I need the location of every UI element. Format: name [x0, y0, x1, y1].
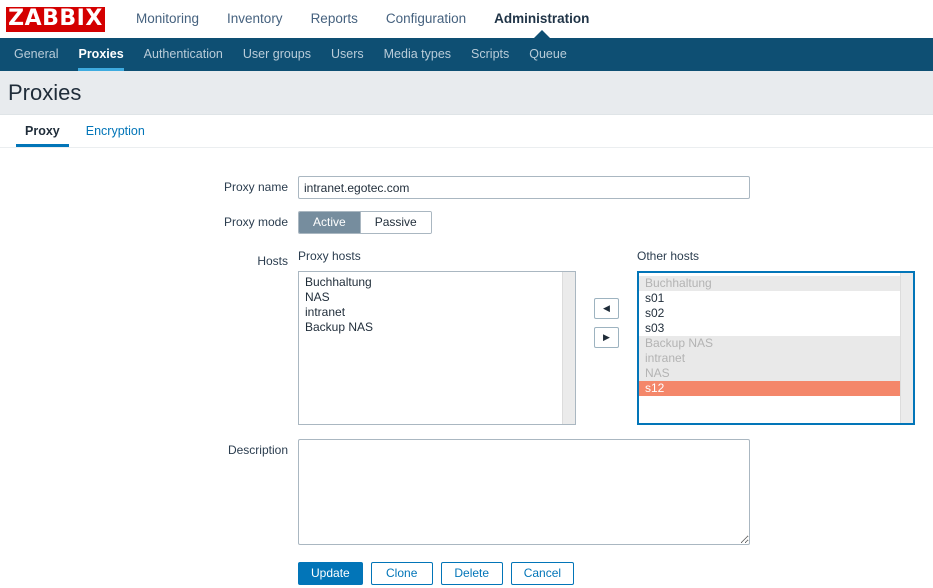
list-item[interactable]: intranet — [299, 305, 575, 320]
other-hosts-scrollbar[interactable] — [900, 273, 913, 423]
topnav-item-administration[interactable]: Administration — [480, 0, 603, 38]
hosts-label: Hosts — [0, 250, 298, 272]
subnav-label-media-types: Media types — [384, 47, 451, 61]
hosts-field-wrap: Proxy hosts Buchhaltung NAS intranet Bac… — [298, 250, 933, 425]
cancel-button[interactable]: Cancel — [511, 562, 574, 585]
row-hosts: Hosts Proxy hosts Buchhaltung NAS intran… — [0, 250, 933, 425]
topnav-label-administration: Administration — [494, 11, 589, 26]
proxy-hosts-scrollbar[interactable] — [562, 272, 575, 424]
topnav-item-configuration[interactable]: Configuration — [372, 0, 480, 38]
proxy-hosts-listbox[interactable]: Buchhaltung NAS intranet Backup NAS — [298, 271, 576, 425]
subnav-item-queue[interactable]: Queue — [519, 38, 577, 71]
other-hosts-listbox[interactable]: Buchhaltung s01 s02 s03 Backup NAS intra… — [637, 271, 915, 425]
tab-encryption-label: Encryption — [86, 124, 145, 138]
proxy-hosts-column: Proxy hosts Buchhaltung NAS intranet Bac… — [298, 250, 576, 425]
subnav-label-scripts: Scripts — [471, 47, 509, 61]
delete-button[interactable]: Delete — [441, 562, 503, 585]
description-label: Description — [0, 439, 298, 461]
list-item[interactable]: NAS — [639, 366, 913, 381]
arrow-left-icon[interactable]: ◀ — [594, 298, 619, 319]
update-button[interactable]: Update — [298, 562, 363, 585]
row-proxy-name: Proxy name — [0, 176, 933, 199]
topnav-label-monitoring: Monitoring — [136, 11, 199, 26]
footer-button-group: Update Clone Delete Cancel — [298, 562, 933, 585]
topnav-item-inventory[interactable]: Inventory — [213, 0, 297, 38]
footer-buttons-wrap: Update Clone Delete Cancel — [298, 562, 933, 585]
proxy-hosts-header: Proxy hosts — [298, 250, 576, 262]
tab-proxy-label: Proxy — [25, 124, 60, 138]
list-item[interactable]: s03 — [639, 321, 913, 336]
list-item[interactable]: NAS — [299, 290, 575, 305]
subnav-item-scripts[interactable]: Scripts — [461, 38, 519, 71]
row-description: Description — [0, 439, 933, 548]
row-proxy-mode: Proxy mode Active Passive — [0, 211, 933, 234]
subnav-label-queue: Queue — [529, 47, 567, 61]
topnav-label-inventory: Inventory — [227, 11, 283, 26]
list-item-selected[interactable]: s12 — [639, 381, 913, 396]
other-hosts-column: Other hosts Buchhaltung s01 s02 s03 Back… — [637, 250, 915, 425]
list-item[interactable]: s02 — [639, 306, 913, 321]
subnav-item-authentication[interactable]: Authentication — [134, 38, 233, 71]
proxy-form: Proxy name Proxy mode Active Passive Hos… — [0, 148, 933, 585]
arrow-right-icon[interactable]: ▶ — [594, 327, 619, 348]
subnav-label-authentication: Authentication — [144, 47, 223, 61]
top-navigation-items: Monitoring Inventory Reports Configurati… — [122, 0, 603, 38]
clone-button[interactable]: Clone — [371, 562, 433, 585]
proxy-name-field-wrap — [298, 176, 933, 199]
subnav-label-general: General — [14, 47, 58, 61]
description-field-wrap — [298, 439, 933, 548]
sub-navigation-bar: General Proxies Authentication User grou… — [0, 38, 933, 71]
list-item[interactable]: s01 — [639, 291, 913, 306]
subnav-item-media-types[interactable]: Media types — [374, 38, 461, 71]
topnav-label-configuration: Configuration — [386, 11, 466, 26]
subnav-label-proxies: Proxies — [78, 47, 123, 61]
list-item[interactable]: Backup NAS — [299, 320, 575, 335]
proxy-mode-option-active[interactable]: Active — [299, 212, 361, 233]
description-textarea[interactable] — [298, 439, 750, 545]
form-tabs: Proxy Encryption — [0, 115, 933, 148]
top-navigation-bar: ZABBIX Monitoring Inventory Reports Conf… — [0, 0, 933, 38]
proxy-name-input[interactable] — [298, 176, 750, 199]
list-item[interactable]: Buchhaltung — [299, 275, 575, 290]
tab-encryption[interactable]: Encryption — [73, 124, 158, 147]
page-title: Proxies — [8, 82, 81, 104]
other-hosts-header: Other hosts — [637, 250, 915, 262]
subnav-item-user-groups[interactable]: User groups — [233, 38, 321, 71]
topnav-item-monitoring[interactable]: Monitoring — [122, 0, 213, 38]
list-item[interactable]: intranet — [639, 351, 913, 366]
proxy-mode-field-wrap: Active Passive — [298, 211, 933, 234]
list-item[interactable]: Buchhaltung — [639, 276, 913, 291]
subnav-item-users[interactable]: Users — [321, 38, 374, 71]
proxy-mode-label: Proxy mode — [0, 211, 298, 233]
topnav-item-reports[interactable]: Reports — [297, 0, 372, 38]
subnav-item-proxies[interactable]: Proxies — [68, 38, 133, 71]
subnav-label-user-groups: User groups — [243, 47, 311, 61]
subnav-item-general[interactable]: General — [4, 38, 68, 71]
subnav-label-users: Users — [331, 47, 364, 61]
dual-list-container: Proxy hosts Buchhaltung NAS intranet Bac… — [298, 250, 933, 425]
tab-active-underline — [16, 144, 69, 147]
proxy-mode-toggle: Active Passive — [298, 211, 432, 234]
proxy-mode-option-passive[interactable]: Passive — [361, 212, 431, 233]
topnav-label-reports: Reports — [311, 11, 358, 26]
tab-proxy[interactable]: Proxy — [12, 124, 73, 147]
row-footer-buttons: Update Clone Delete Cancel — [0, 562, 933, 585]
zabbix-logo[interactable]: ZABBIX — [6, 7, 105, 32]
proxy-name-label: Proxy name — [0, 176, 298, 198]
subnav-active-underline — [78, 68, 123, 71]
page-header: Proxies — [0, 71, 933, 115]
transfer-buttons: ◀ ▶ — [594, 250, 619, 348]
list-item[interactable]: Backup NAS — [639, 336, 913, 351]
